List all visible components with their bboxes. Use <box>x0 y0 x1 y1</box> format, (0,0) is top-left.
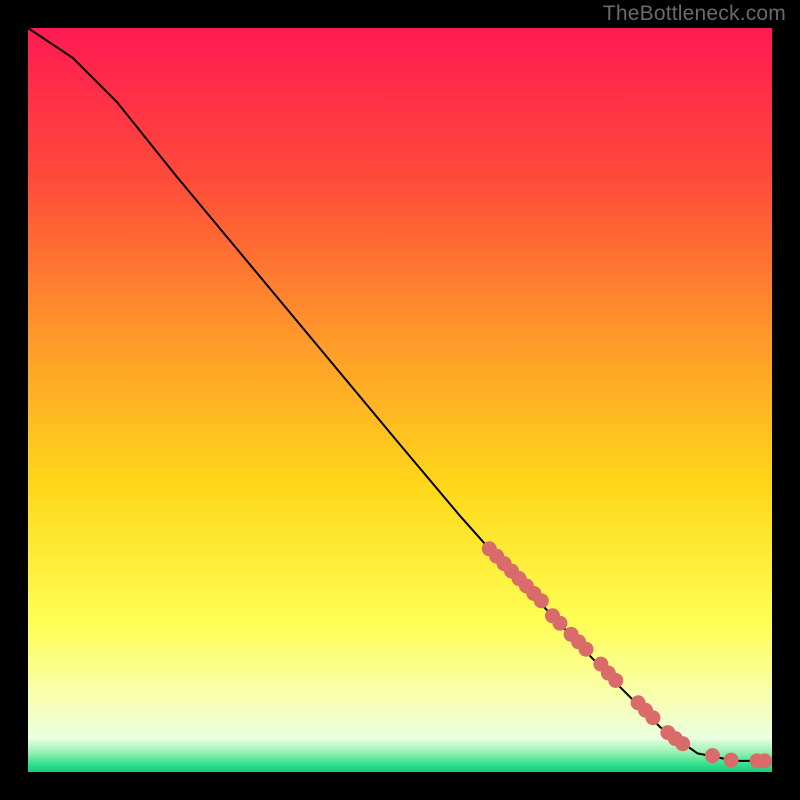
plot-area <box>28 28 772 772</box>
data-point <box>675 736 690 751</box>
data-point <box>608 673 623 688</box>
data-point <box>534 593 549 608</box>
data-point <box>757 753 772 768</box>
attribution-text: TheBottleneck.com <box>603 2 786 26</box>
plot-svg <box>28 28 772 772</box>
chart-container: TheBottleneck.com <box>0 0 800 800</box>
data-point <box>645 710 660 725</box>
data-point <box>579 642 594 657</box>
data-point <box>724 753 739 768</box>
data-point <box>705 748 720 763</box>
data-point <box>552 616 567 631</box>
gradient-background <box>28 28 772 772</box>
